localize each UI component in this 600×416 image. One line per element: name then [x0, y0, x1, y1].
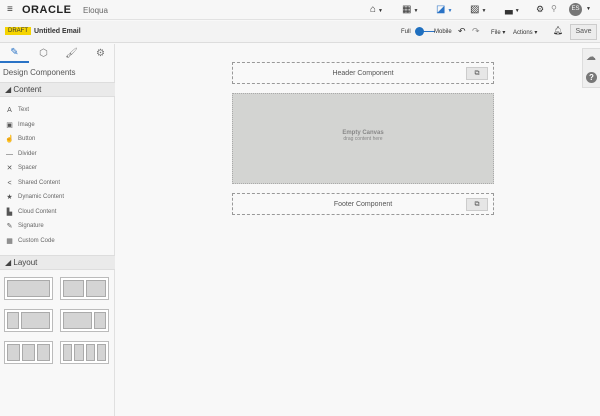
- search-icon[interactable]: ⚲: [551, 4, 557, 13]
- signature-pen-icon: ✎: [6, 223, 13, 230]
- spacer-icon: ✕: [6, 165, 13, 172]
- assets-nav-icon[interactable]: ▨ ▼: [470, 4, 486, 15]
- divider-icon: —: [6, 150, 13, 158]
- actions-menu[interactable]: Actions ▾: [513, 29, 537, 36]
- redo-icon[interactable]: ↷: [472, 26, 480, 37]
- component-custom-code[interactable]: ▦ Custom Code: [5, 235, 55, 247]
- footer-component-label: Footer Component: [333, 200, 393, 208]
- file-menu[interactable]: File ▾: [491, 29, 505, 36]
- tab-styles[interactable]: 🖌︎: [57, 44, 86, 63]
- tab-layout[interactable]: ⬡: [29, 44, 58, 63]
- component-cloud-content[interactable]: ▙ Cloud Content: [5, 206, 57, 218]
- star-icon: ★: [6, 194, 13, 201]
- component-dynamic-content[interactable]: ★ Dynamic Content: [5, 191, 64, 203]
- tab-settings[interactable]: ⚙: [86, 44, 115, 63]
- layout-left-sidebar[interactable]: [4, 309, 53, 332]
- view-mobile-label: Mobile: [434, 29, 452, 35]
- top-bar: ≡ ORACLE Eloqua ⌂ ▼ ▦ ▼ ◪ ▼ ▨ ▼ ▃ ▼ ⚙ ⚲ ES ▼: [0, 0, 600, 20]
- email-toolbar: DRAFT Untitled Email Full Mobile ↶ ↷ Fil…: [0, 21, 600, 43]
- component-signature[interactable]: ✎ Signature: [5, 220, 44, 232]
- avatar-chevron-icon[interactable]: ▼: [586, 6, 591, 12]
- view-toggle[interactable]: [415, 27, 435, 36]
- cloud-content-icon: ▙: [6, 209, 13, 216]
- component-shared-content[interactable]: < Shared Content: [5, 177, 60, 189]
- left-sidebar: ✎ ⬡ 🖌︎ ⚙ Design Components ◢ Content A Te…: [0, 44, 115, 416]
- component-spacer[interactable]: ✕ Spacer: [5, 162, 37, 174]
- oracle-logo: ORACLE: [22, 4, 72, 16]
- notifications-bell-icon[interactable]: 🔔︎: [553, 26, 563, 35]
- layout-2-column[interactable]: [60, 277, 109, 300]
- save-button[interactable]: Save: [570, 24, 597, 40]
- tab-design-components[interactable]: ✎: [0, 44, 29, 63]
- cube-icon: ⬡: [39, 48, 48, 59]
- help-icon[interactable]: ?: [586, 72, 597, 83]
- component-text[interactable]: A Text: [5, 104, 29, 116]
- component-divider[interactable]: — Divider: [5, 148, 37, 160]
- insight-nav-icon[interactable]: ▃ ▼: [505, 4, 520, 15]
- view-full-label: Full: [401, 29, 411, 35]
- email-title[interactable]: Untitled Email: [34, 28, 81, 35]
- header-component[interactable]: Header Component ⧉: [232, 62, 494, 84]
- layout-1-column[interactable]: [4, 277, 53, 300]
- status-badge: DRAFT: [5, 27, 31, 35]
- layout-4-column[interactable]: [60, 341, 109, 364]
- button-icon: ☝: [5, 136, 14, 143]
- image-icon: ▣: [6, 122, 13, 129]
- layout-3-column[interactable]: [4, 341, 53, 364]
- gear-icon: ⚙: [96, 48, 105, 59]
- layout-right-sidebar[interactable]: [60, 309, 109, 332]
- empty-canvas-dropzone[interactable]: Empty Canvas drag content here: [232, 93, 494, 184]
- footer-preview-icon[interactable]: ⧉: [466, 198, 488, 211]
- header-component-label: Header Component: [332, 69, 394, 77]
- empty-canvas-hint: drag content here: [343, 136, 383, 142]
- undo-icon[interactable]: ↶: [458, 26, 466, 37]
- footer-component[interactable]: Footer Component ⧉: [232, 193, 494, 215]
- code-icon: ▦: [6, 238, 13, 245]
- cloud-icon[interactable]: ☁: [586, 52, 596, 63]
- header-preview-icon[interactable]: ⧉: [466, 67, 488, 80]
- component-button[interactable]: ☝ Button: [5, 133, 35, 145]
- hamburger-menu-icon[interactable]: ≡: [7, 4, 13, 15]
- product-name: Eloqua: [83, 6, 108, 15]
- component-image[interactable]: ▣ Image: [5, 119, 35, 131]
- pencil-icon: ✎: [10, 47, 19, 58]
- avatar[interactable]: ES: [569, 3, 582, 16]
- share-icon: <: [7, 179, 12, 187]
- layout-section-header[interactable]: ◢ Layout: [0, 255, 115, 270]
- orchestration-nav-icon[interactable]: ▦ ▼: [402, 4, 418, 15]
- panel-title: Design Components: [3, 68, 76, 77]
- content-section-header[interactable]: ◢ Content: [0, 82, 115, 97]
- home-nav-icon[interactable]: ⌂ ▼: [370, 4, 383, 15]
- right-side-panel: ☁ ?: [582, 48, 600, 88]
- paint-brush-icon: 🖌︎: [65, 48, 78, 59]
- design-nav-icon[interactable]: ◪ ▼: [436, 4, 452, 15]
- text-icon: A: [7, 106, 12, 114]
- settings-gear-icon[interactable]: ⚙: [536, 4, 544, 15]
